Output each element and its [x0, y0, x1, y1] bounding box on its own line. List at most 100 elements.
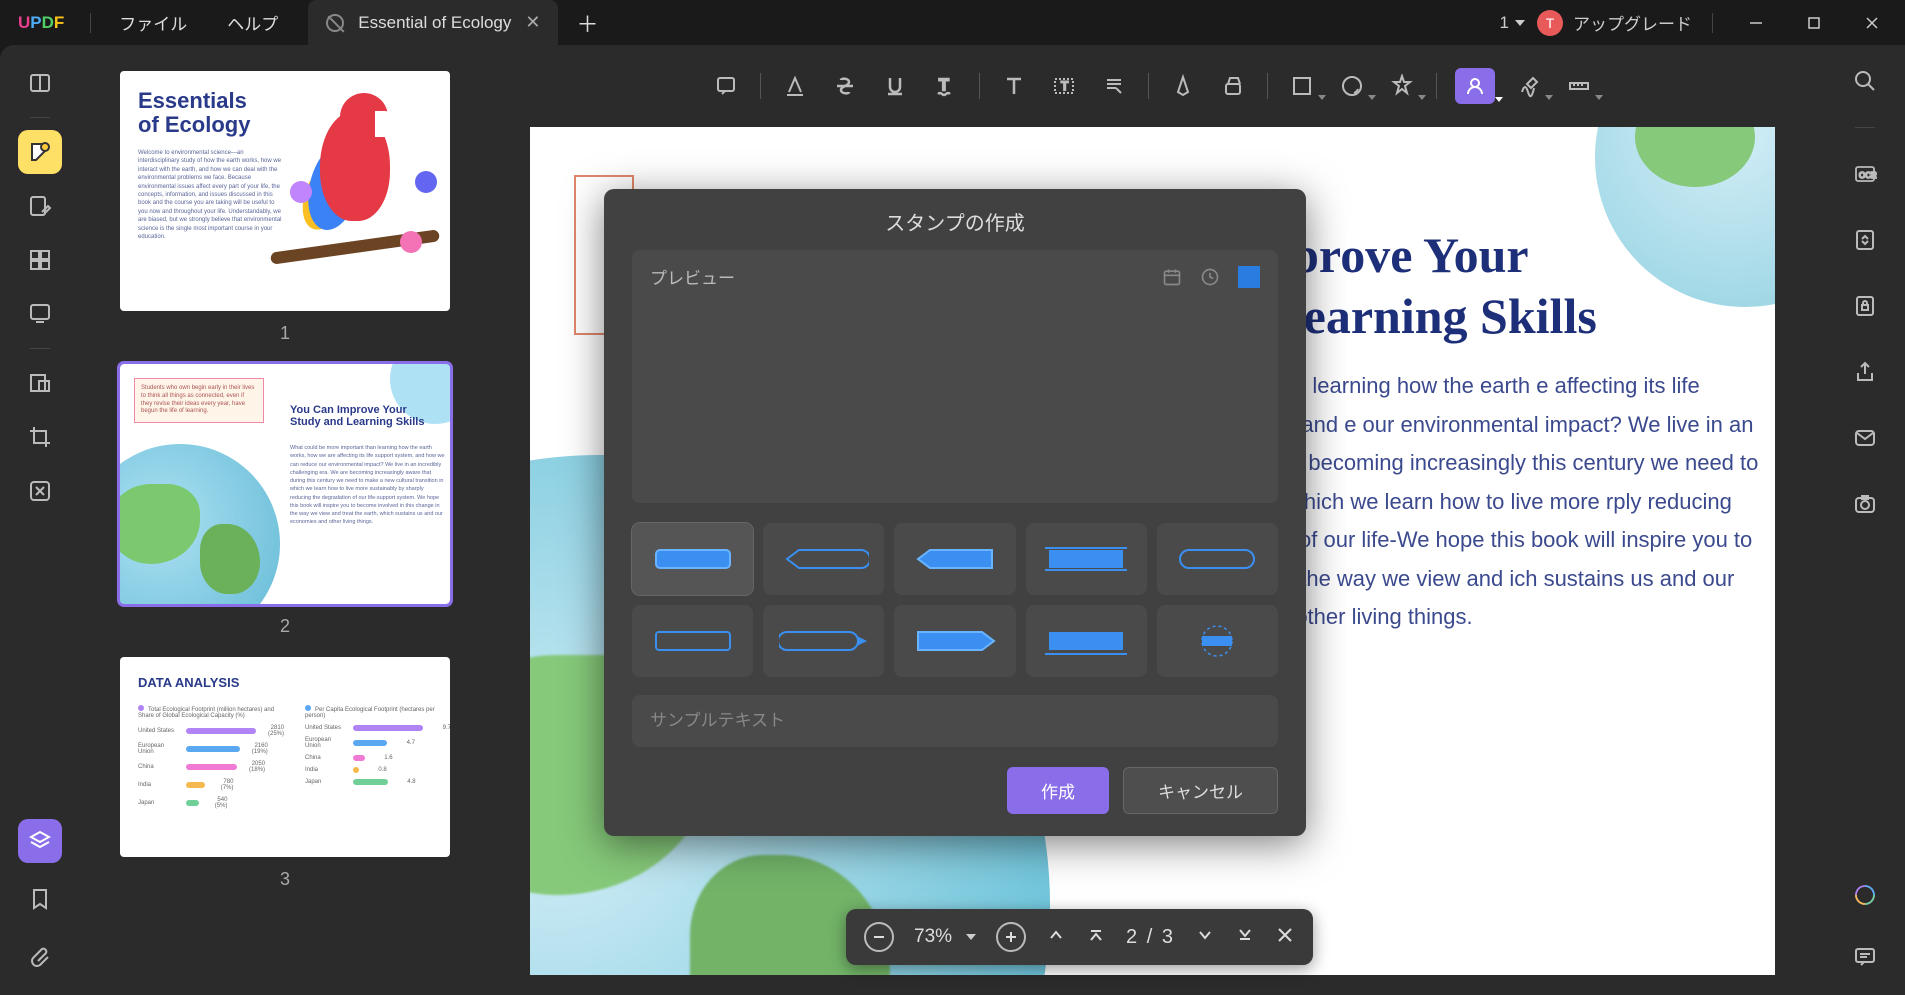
menu-file[interactable]: ファイル — [99, 10, 207, 35]
text-tool-button[interactable] — [998, 70, 1030, 102]
calendar-icon[interactable] — [1162, 267, 1182, 287]
email-button[interactable] — [1843, 416, 1887, 460]
window-close-button[interactable] — [1849, 5, 1895, 41]
separator — [1712, 13, 1713, 33]
screenshot-button[interactable] — [1843, 482, 1887, 526]
count-value: 1 — [1500, 13, 1509, 33]
preview-label: プレビュー — [650, 264, 735, 289]
chevron-down-icon — [1368, 95, 1376, 100]
stamp-shape-option[interactable] — [1157, 523, 1278, 595]
shape-tool-button[interactable] — [1286, 70, 1318, 102]
tab-title: Essential of Ecology — [358, 13, 511, 33]
stamp-shape-option[interactable] — [632, 605, 753, 677]
thumbnail-number: 3 — [120, 857, 450, 894]
color-swatch[interactable] — [1238, 266, 1260, 288]
chevron-down-icon — [1545, 95, 1553, 100]
chevron-down-icon — [1515, 20, 1525, 26]
highlight-tool-button[interactable] — [779, 70, 811, 102]
tab-close-button[interactable]: ✕ — [525, 12, 540, 33]
comment-mode-button[interactable] — [18, 130, 62, 174]
separator — [760, 73, 761, 99]
separator — [1436, 73, 1437, 99]
tab-icon — [326, 14, 344, 32]
eraser-tool-button[interactable] — [1217, 70, 1249, 102]
prev-page-button[interactable] — [1046, 925, 1066, 950]
signature-tool-button[interactable] — [1455, 68, 1495, 104]
preview-area — [632, 303, 1278, 503]
share-button[interactable] — [1843, 350, 1887, 394]
underline-tool-button[interactable] — [879, 70, 911, 102]
separator — [1148, 73, 1149, 99]
stamp-shape-option[interactable] — [763, 605, 884, 677]
form-mode-button[interactable] — [18, 292, 62, 336]
comment-panel-button[interactable] — [1843, 935, 1887, 979]
protect-button[interactable] — [1843, 284, 1887, 328]
zoom-dropdown[interactable]: 73% — [914, 926, 976, 948]
search-button[interactable] — [1843, 59, 1887, 103]
ocr-button[interactable]: OCR — [1843, 152, 1887, 196]
create-button[interactable]: 作成 — [1007, 767, 1109, 814]
create-stamp-dialog: スタンプの作成 プレビュー — [604, 189, 1306, 836]
crop-mode-button[interactable] — [18, 415, 62, 459]
ai-assistant-button[interactable] — [1843, 873, 1887, 917]
thumbnail-number: 2 — [120, 604, 450, 641]
squiggly-tool-button[interactable]: T — [929, 70, 961, 102]
svg-text:T: T — [1061, 79, 1069, 93]
stamp-shape-option[interactable] — [894, 605, 1015, 677]
callout-tool-button[interactable] — [1098, 70, 1130, 102]
chart-2: Per Capita Ecological Footprint (hectare… — [305, 705, 450, 791]
textbox-tool-button[interactable]: T — [1048, 70, 1080, 102]
page-indicator[interactable]: 2 / 3 — [1126, 926, 1175, 949]
chevron-down-icon — [1318, 95, 1326, 100]
edit-mode-button[interactable] — [18, 184, 62, 228]
thumbnail-page-3[interactable]: DATA ANALYSIS Total Ecological Footprint… — [120, 657, 450, 894]
thumbnail-page-1[interactable]: Essentialsof Ecology Welcome to environm… — [120, 71, 450, 348]
last-page-button[interactable] — [1235, 925, 1255, 950]
stamp-shape-option[interactable] — [632, 523, 753, 595]
zoom-out-button[interactable] — [864, 922, 894, 952]
ruler-tool-button[interactable] — [1563, 70, 1595, 102]
annotation-toolbar: T T — [490, 55, 1815, 117]
separator — [90, 13, 91, 33]
menu-help[interactable]: ヘルプ — [207, 10, 298, 35]
redact-mode-button[interactable] — [18, 361, 62, 405]
first-page-button[interactable] — [1086, 925, 1106, 950]
chevron-down-icon — [1595, 95, 1603, 100]
organize-mode-button[interactable] — [18, 238, 62, 282]
reader-mode-button[interactable] — [18, 61, 62, 105]
cancel-button[interactable]: キャンセル — [1123, 767, 1278, 814]
thumbnail-page-2[interactable]: Students who own begin early in their li… — [120, 364, 450, 641]
stamp-shape-option[interactable] — [1026, 523, 1147, 595]
tab-add-button[interactable]: ＋ — [558, 7, 616, 39]
titlebar: UPDF ファイル ヘルプ Essential of Ecology ✕ ＋ 1… — [0, 0, 1905, 45]
zoom-in-button[interactable] — [996, 922, 1026, 952]
window-maximize-button[interactable] — [1791, 5, 1837, 41]
window-minimize-button[interactable] — [1733, 5, 1779, 41]
strikethrough-tool-button[interactable] — [829, 70, 861, 102]
attachment-button[interactable] — [18, 935, 62, 979]
layers-button[interactable] — [18, 819, 62, 863]
next-page-button[interactable] — [1195, 925, 1215, 950]
stamp-shape-option[interactable] — [1157, 605, 1278, 677]
bookmark-button[interactable] — [18, 877, 62, 921]
note-tool-button[interactable] — [710, 70, 742, 102]
document-tab[interactable]: Essential of Ecology ✕ — [308, 0, 558, 45]
stamp-shape-option[interactable] — [763, 523, 884, 595]
workarea: Essentialsof Ecology Welcome to environm… — [0, 45, 1905, 995]
tools-mode-button[interactable] — [18, 469, 62, 513]
compress-button[interactable] — [1843, 218, 1887, 262]
close-toolbar-button[interactable] — [1275, 925, 1295, 950]
separator — [1855, 127, 1875, 128]
pencil-tool-button[interactable] — [1167, 70, 1199, 102]
upgrade-button[interactable]: T アップグレード — [1537, 10, 1692, 36]
stamp-shape-option[interactable] — [894, 523, 1015, 595]
sticker-tool-button[interactable] — [1336, 70, 1368, 102]
sign-tool-button[interactable] — [1513, 70, 1545, 102]
stamp-tool-button[interactable] — [1386, 70, 1418, 102]
stamp-text-input[interactable] — [632, 695, 1278, 747]
stamp-shape-option[interactable] — [1026, 605, 1147, 677]
clock-icon[interactable] — [1200, 267, 1220, 287]
right-rail: OCR — [1825, 45, 1905, 995]
separator — [30, 117, 50, 118]
notification-count[interactable]: 1 — [1500, 13, 1525, 33]
